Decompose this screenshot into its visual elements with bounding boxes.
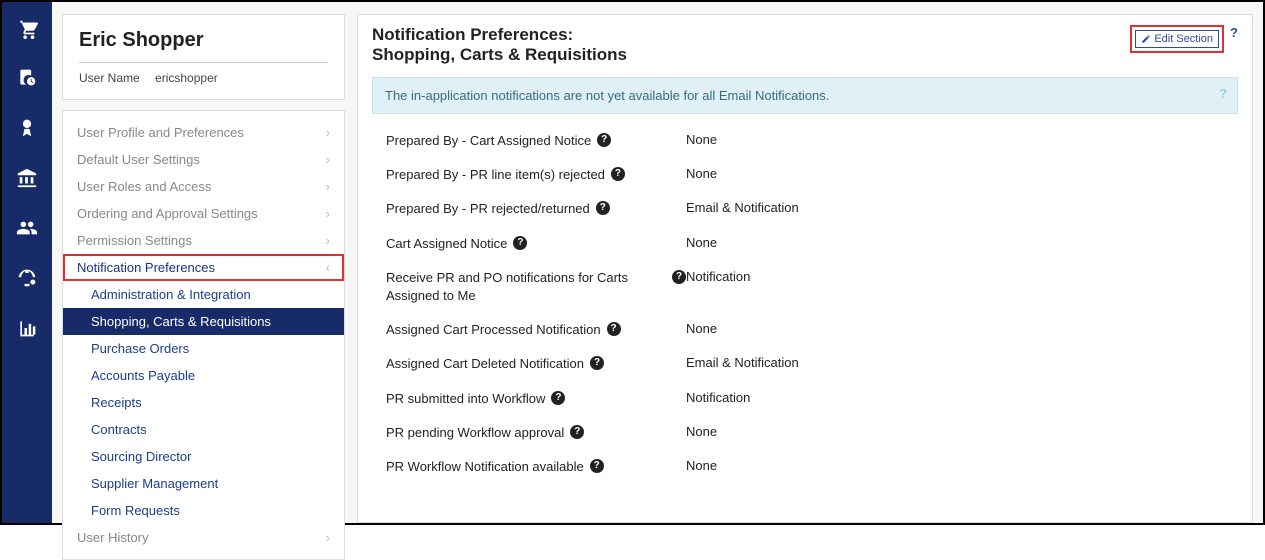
- global-nav: [2, 2, 52, 523]
- pref-label: Prepared By - PR rejected/returned: [386, 200, 590, 218]
- pref-row: PR Workflow Notification available? None: [386, 458, 1238, 476]
- settings-nav: User Profile and Preferences › Default U…: [62, 110, 345, 560]
- pref-value: Email & Notification: [686, 355, 799, 370]
- nav-ordering-approval[interactable]: Ordering and Approval Settings ›: [63, 200, 344, 227]
- pref-value: None: [686, 235, 717, 250]
- pref-row: Prepared By - PR line item(s) rejected? …: [386, 166, 1238, 184]
- pencil-icon: [1141, 34, 1151, 44]
- edit-section-highlight: Edit Section: [1130, 25, 1224, 53]
- pref-label: Prepared By - PR line item(s) rejected: [386, 166, 605, 184]
- chevron-right-icon: ›: [326, 179, 330, 194]
- page-title: Notification Preferences: Shopping, Cart…: [372, 25, 627, 65]
- pref-row: Assigned Cart Deleted Notification? Emai…: [386, 355, 1238, 373]
- subnav-purchase-orders[interactable]: Purchase Orders: [63, 335, 344, 362]
- help-tooltip-icon[interactable]: ?: [611, 167, 625, 181]
- username-label: User Name: [79, 71, 140, 85]
- pref-label: PR Workflow Notification available: [386, 458, 584, 476]
- pref-label: PR pending Workflow approval: [386, 424, 564, 442]
- pref-row: Cart Assigned Notice? None: [386, 235, 1238, 253]
- help-icon[interactable]: ?: [1230, 25, 1238, 40]
- subnav-contracts[interactable]: Contracts: [63, 416, 344, 443]
- pref-row: Assigned Cart Processed Notification? No…: [386, 321, 1238, 339]
- pref-value: None: [686, 166, 717, 181]
- pref-row: PR pending Workflow approval? None: [386, 424, 1238, 442]
- nav-default-settings[interactable]: Default User Settings ›: [63, 146, 344, 173]
- pref-value: Notification: [686, 390, 750, 405]
- username-value: ericshopper: [155, 71, 218, 85]
- pref-value: None: [686, 321, 717, 336]
- content-panel: Notification Preferences: Shopping, Cart…: [357, 14, 1253, 523]
- subnav-receipts[interactable]: Receipts: [63, 389, 344, 416]
- subnav-accounts-payable[interactable]: Accounts Payable: [63, 362, 344, 389]
- help-tooltip-icon[interactable]: ?: [672, 270, 686, 284]
- people-icon[interactable]: [13, 214, 41, 242]
- chevron-right-icon: ›: [326, 125, 330, 140]
- help-tooltip-icon[interactable]: ?: [513, 236, 527, 250]
- chart-icon[interactable]: [13, 314, 41, 342]
- nav-notification-preferences[interactable]: Notification Preferences ‹: [63, 254, 344, 281]
- nav-permission-settings[interactable]: Permission Settings ›: [63, 227, 344, 254]
- globe-settings-icon[interactable]: [13, 264, 41, 292]
- pref-value: None: [686, 458, 717, 473]
- chevron-right-icon: ›: [326, 233, 330, 248]
- info-banner: The in-application notifications are not…: [372, 77, 1238, 114]
- pref-row: PR submitted into Workflow? Notification: [386, 390, 1238, 408]
- pref-value: None: [686, 424, 717, 439]
- help-tooltip-icon[interactable]: ?: [596, 201, 610, 215]
- award-icon[interactable]: [13, 114, 41, 142]
- help-tooltip-icon[interactable]: ?: [570, 425, 584, 439]
- chevron-right-icon: ›: [326, 530, 330, 545]
- banner-help-icon[interactable]: ?: [1219, 86, 1227, 101]
- help-tooltip-icon[interactable]: ?: [590, 356, 604, 370]
- pref-value: Notification: [686, 269, 750, 284]
- pref-label: Assigned Cart Processed Notification: [386, 321, 601, 339]
- user-card: Eric Shopper User Name ericshopper: [62, 14, 345, 100]
- chevron-left-icon: ‹: [326, 260, 330, 275]
- subnav-admin-integration[interactable]: Administration & Integration: [63, 281, 344, 308]
- pref-label: Receive PR and PO notifications for Cart…: [386, 269, 666, 305]
- pref-label: Assigned Cart Deleted Notification: [386, 355, 584, 373]
- cart-icon[interactable]: [13, 14, 41, 42]
- help-tooltip-icon[interactable]: ?: [590, 459, 604, 473]
- preferences-list: Prepared By - Cart Assigned Notice? None…: [372, 132, 1238, 476]
- clipboard-clock-icon[interactable]: [13, 64, 41, 92]
- chevron-right-icon: ›: [326, 152, 330, 167]
- nav-roles-access[interactable]: User Roles and Access ›: [63, 173, 344, 200]
- pref-value: None: [686, 132, 717, 147]
- nav-user-profile[interactable]: User Profile and Preferences ›: [63, 119, 344, 146]
- pref-label: Cart Assigned Notice: [386, 235, 507, 253]
- subnav-sourcing-director[interactable]: Sourcing Director: [63, 443, 344, 470]
- help-tooltip-icon[interactable]: ?: [597, 133, 611, 147]
- pref-row: Prepared By - Cart Assigned Notice? None: [386, 132, 1238, 150]
- chevron-right-icon: ›: [326, 206, 330, 221]
- help-tooltip-icon[interactable]: ?: [607, 322, 621, 336]
- pref-row: Prepared By - PR rejected/returned? Emai…: [386, 200, 1238, 218]
- pref-row: Receive PR and PO notifications for Cart…: [386, 269, 1238, 305]
- bank-icon[interactable]: [13, 164, 41, 192]
- settings-sidebar: Eric Shopper User Name ericshopper User …: [62, 14, 345, 523]
- edit-section-button[interactable]: Edit Section: [1135, 30, 1219, 48]
- subnav-shopping-carts-reqs[interactable]: Shopping, Carts & Requisitions: [63, 308, 344, 335]
- pref-value: Email & Notification: [686, 200, 799, 215]
- pref-label: Prepared By - Cart Assigned Notice: [386, 132, 591, 150]
- help-tooltip-icon[interactable]: ?: [551, 391, 565, 405]
- user-display-name: Eric Shopper: [79, 29, 328, 52]
- subnav-form-requests[interactable]: Form Requests: [63, 497, 344, 524]
- subnav-supplier-management[interactable]: Supplier Management: [63, 470, 344, 497]
- pref-label: PR submitted into Workflow: [386, 390, 545, 408]
- nav-user-history[interactable]: User History ›: [63, 524, 344, 551]
